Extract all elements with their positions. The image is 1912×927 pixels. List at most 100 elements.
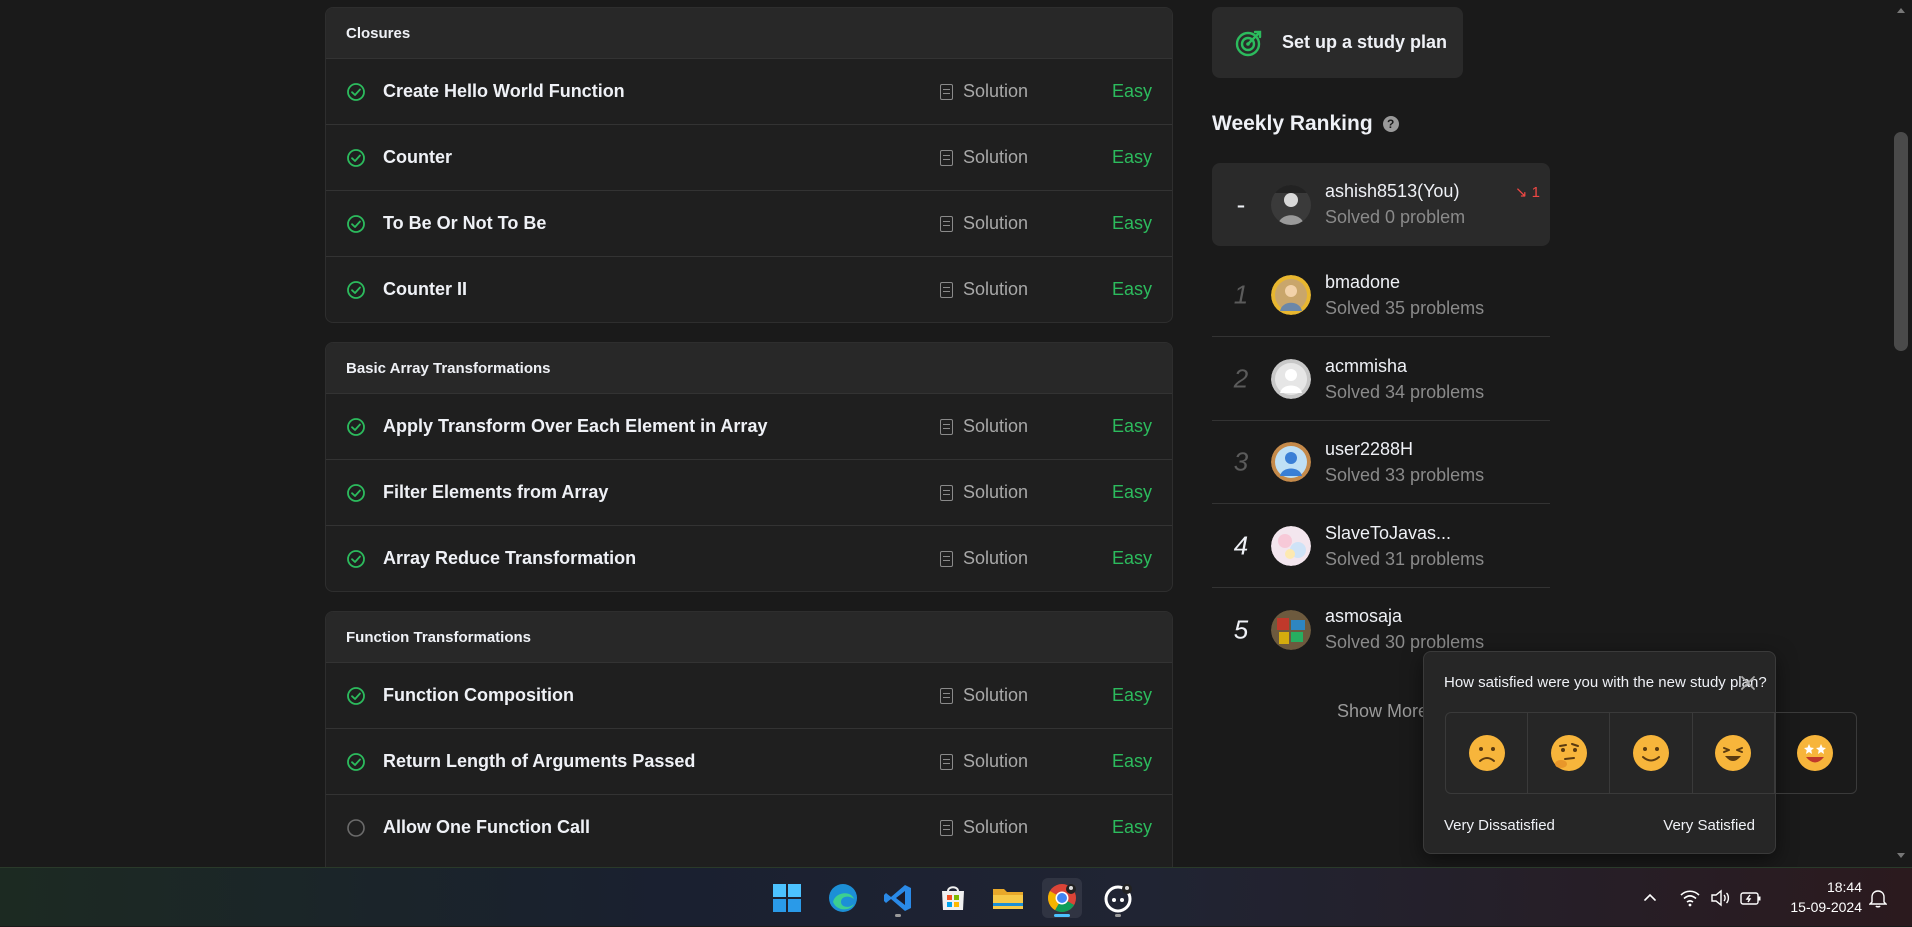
difficulty-label: Easy: [1111, 482, 1152, 502]
taskbar-vscode[interactable]: [878, 878, 918, 918]
solution-link[interactable]: Solution: [940, 548, 1028, 569]
check-circle-icon: [347, 148, 365, 167]
target-icon: [1235, 30, 1262, 56]
chevron-up-icon[interactable]: [1642, 890, 1658, 906]
ranking-solved-count: Solved 0 problem: [1325, 207, 1466, 227]
satisfaction-survey-popup: How satisfied were you with the new stud…: [1423, 651, 1857, 854]
solution-label: Solution: [963, 279, 1029, 299]
notification-bell-icon[interactable]: [1869, 888, 1887, 908]
ranking-username[interactable]: user2288H: [1325, 439, 1413, 460]
problem-row[interactable]: Counter II Solution Easy: [326, 256, 1172, 322]
rating-satisfied[interactable]: [1691, 713, 1774, 793]
solution-link[interactable]: Solution: [940, 81, 1028, 102]
problem-row[interactable]: Filter Elements from Array Solution Easy: [326, 459, 1172, 525]
problem-title[interactable]: Array Reduce Transformation: [383, 548, 636, 569]
problem-title[interactable]: Allow One Function Call: [383, 817, 590, 838]
document-icon: [940, 753, 953, 770]
problem-row[interactable]: Function Composition Solution Easy: [326, 662, 1172, 728]
solution-link[interactable]: Solution: [940, 482, 1028, 503]
browser-viewport: Closures Create Hello World Function Sol…: [0, 0, 1912, 867]
scrollbar-thumb[interactable]: [1894, 132, 1908, 351]
problem-row[interactable]: Apply Transform Over Each Element in Arr…: [326, 393, 1172, 459]
check-circle-icon: [347, 214, 365, 233]
problem-group-function-transformations: Function Transformations Function Compos…: [325, 611, 1173, 867]
problem-title[interactable]: Counter II: [383, 279, 467, 300]
edge-browser-icon: [829, 884, 857, 912]
show-more-link[interactable]: Show More: [1337, 701, 1428, 722]
difficulty-label: Easy: [1111, 416, 1152, 436]
high-rating-label: Very Satisfied: [1663, 817, 1755, 834]
weekly-ranking-heading: Weekly Ranking ?: [1212, 112, 1399, 136]
solution-link[interactable]: Solution: [940, 213, 1028, 234]
problem-title[interactable]: Counter: [383, 147, 452, 168]
folder-icon: [993, 889, 1023, 909]
solution-link[interactable]: Solution: [940, 817, 1028, 838]
wifi-icon[interactable]: [1680, 889, 1700, 907]
difficulty-label: Easy: [1111, 147, 1152, 167]
ranking-row[interactable]: 1 bmadone Solved 35 problems: [1212, 254, 1550, 337]
ranking-row[interactable]: 3 user2288H Solved 33 problems: [1212, 421, 1550, 504]
rating-neutral[interactable]: [1609, 713, 1691, 793]
study-plan-button[interactable]: Set up a study plan: [1212, 7, 1463, 78]
problem-title[interactable]: Apply Transform Over Each Element in Arr…: [383, 416, 767, 437]
problem-row[interactable]: Create Hello World Function Solution Eas…: [326, 58, 1172, 124]
store-icon: [942, 886, 964, 910]
help-icon[interactable]: ?: [1382, 116, 1399, 132]
difficulty-label: Easy: [1111, 548, 1152, 568]
taskbar-github-desktop[interactable]: [1098, 878, 1138, 918]
rating-dissatisfied[interactable]: [1527, 713, 1609, 793]
ranking-username[interactable]: acmmisha: [1325, 356, 1407, 377]
solution-label: Solution: [963, 482, 1029, 502]
taskbar-edge[interactable]: [823, 878, 863, 918]
solution-link[interactable]: Solution: [940, 416, 1028, 437]
document-icon: [940, 83, 953, 100]
close-icon[interactable]: [1737, 672, 1759, 694]
problem-title[interactable]: Create Hello World Function: [383, 81, 625, 102]
ranking-username[interactable]: SlaveToJavas...: [1325, 523, 1451, 544]
windows-logo-icon: [773, 884, 801, 912]
system-clock[interactable]: 18:44 15-09-2024: [1772, 877, 1862, 917]
study-plan-label: Set up a study plan: [1282, 32, 1448, 52]
active-indicator: [1054, 914, 1070, 917]
solution-label: Solution: [963, 685, 1029, 705]
taskbar-chrome[interactable]: [1042, 878, 1082, 918]
scroll-up-arrow-icon[interactable]: [1896, 6, 1906, 14]
ranking-row[interactable]: 2 acmmisha Solved 34 problems: [1212, 338, 1550, 421]
rank-number: -: [1236, 189, 1246, 219]
start-button[interactable]: [767, 878, 807, 918]
solution-link[interactable]: Solution: [940, 147, 1028, 168]
taskbar-store[interactable]: [933, 878, 973, 918]
difficulty-label: Easy: [1111, 685, 1152, 705]
solution-link[interactable]: Solution: [940, 279, 1028, 300]
ranking-row-you[interactable]: - ashish8513(You) Solved 0 problem ↘ 1: [1212, 163, 1550, 246]
rating-very-satisfied[interactable]: [1773, 713, 1856, 793]
solution-link[interactable]: Solution: [940, 751, 1028, 772]
problem-row[interactable]: Return Length of Arguments Passed Soluti…: [326, 728, 1172, 794]
running-indicator: [1115, 914, 1121, 917]
problem-title[interactable]: Return Length of Arguments Passed: [383, 751, 695, 772]
problem-title[interactable]: Function Composition: [383, 685, 574, 706]
rank-change-badge: ↘ 1: [1514, 184, 1540, 201]
volume-icon[interactable]: [1710, 889, 1730, 907]
scroll-down-arrow-icon[interactable]: [1896, 852, 1906, 860]
ranking-username[interactable]: bmadone: [1325, 272, 1400, 293]
problem-row[interactable]: Allow One Function Call Solution Easy: [326, 794, 1172, 860]
problem-title[interactable]: To Be Or Not To Be: [383, 213, 546, 234]
taskbar-file-explorer[interactable]: [988, 878, 1028, 918]
problem-row[interactable]: Counter Solution Easy: [326, 124, 1172, 190]
problem-group-closures: Closures Create Hello World Function Sol…: [325, 7, 1173, 323]
problem-title[interactable]: Filter Elements from Array: [383, 482, 608, 503]
ranking-row[interactable]: 4 SlaveToJavas... Solved 31 problems: [1212, 505, 1550, 588]
ranking-username[interactable]: asmosaja: [1325, 606, 1402, 627]
scrollbar-track[interactable]: [1891, 0, 1912, 867]
problem-group-basic-array-transformations: Basic Array Transformations Apply Transf…: [325, 342, 1173, 592]
battery-charging-icon[interactable]: [1740, 889, 1762, 907]
problem-row[interactable]: Array Reduce Transformation Solution Eas…: [326, 525, 1172, 591]
ranking-username[interactable]: ashish8513(You): [1325, 181, 1459, 202]
avatar: [1271, 184, 1311, 225]
solution-link[interactable]: Solution: [940, 685, 1028, 706]
document-icon: [940, 418, 953, 435]
rating-very-dissatisfied[interactable]: [1446, 713, 1527, 793]
problem-row[interactable]: To Be Or Not To Be Solution Easy: [326, 190, 1172, 256]
document-icon: [940, 687, 953, 704]
